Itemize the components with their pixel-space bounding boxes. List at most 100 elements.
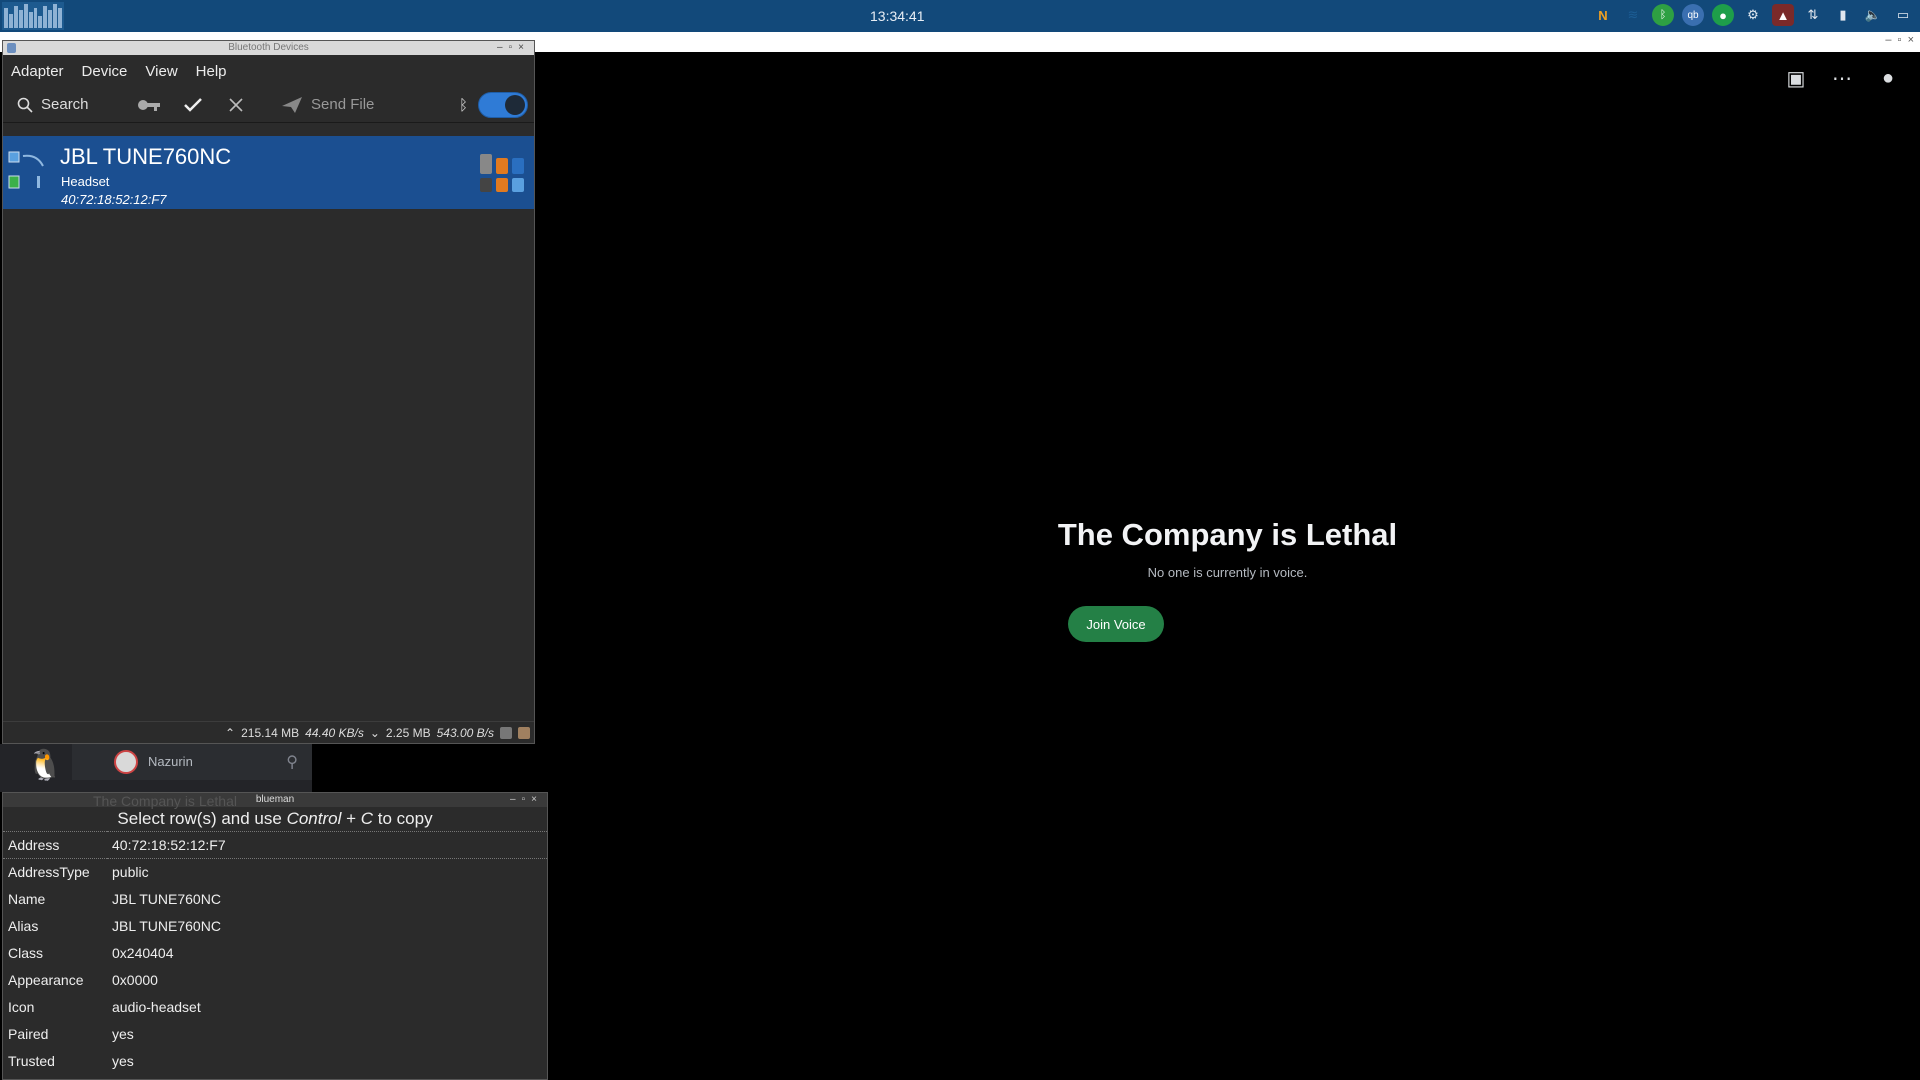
headset-icon <box>8 151 44 189</box>
info-titlebar[interactable]: The Company is Lethal blueman –▫× <box>3 793 547 809</box>
download-arrow-icon: ⌄ <box>369 725 380 740</box>
bt-window-controls[interactable]: –▫× <box>497 41 530 55</box>
bt-statusbar: ⌃ 215.14 MB 44.40 KB/s ⌄ 2.25 MB 543.00 … <box>3 721 534 743</box>
key-icon <box>138 99 160 111</box>
user-strip: 🐧 Nazurin ⚲ <box>0 744 312 792</box>
menu-help[interactable]: Help <box>196 63 227 80</box>
table-row[interactable]: AddressType public <box>3 859 547 886</box>
search-icon <box>17 97 33 113</box>
property-value: JBL TUNE760NC <box>112 918 221 934</box>
table-row[interactable]: Icon audio-headset <box>3 994 547 1021</box>
screen-icon[interactable]: ▣ <box>1784 66 1808 90</box>
hint-suffix: to copy <box>373 809 433 828</box>
download-rate: 543.00 B/s <box>436 725 494 740</box>
table-row[interactable]: Trusted yes <box>3 1048 547 1075</box>
shield-icon <box>500 726 512 739</box>
bluetooth-devices-window: Bluetooth Devices –▫× Adapter Device Vie… <box>2 40 535 744</box>
property-key: Trusted <box>8 1053 55 1069</box>
property-key: Paired <box>8 1026 49 1042</box>
transfer-icon <box>518 726 530 739</box>
join-voice-button[interactable]: Join Voice <box>1068 606 1164 642</box>
menu-adapter[interactable]: Adapter <box>11 63 64 80</box>
chat-icon[interactable]: ● <box>1876 66 1900 90</box>
table-row[interactable]: Alias JBL TUNE760NC <box>3 913 547 940</box>
upload-rate: 44.40 KB/s <box>305 725 364 740</box>
device-info-window: The Company is Lethal blueman –▫× Select… <box>2 792 548 1080</box>
game-icon[interactable]: ▲ <box>1772 4 1794 26</box>
window-icon[interactable]: ▭ <box>1892 4 1914 26</box>
device-type: Headset <box>61 174 110 189</box>
hint-key-control: Control <box>286 809 342 828</box>
table-row[interactable]: Paired yes <box>3 1021 547 1048</box>
table-row[interactable]: Address 40:72:18:52:12:F7 <box>3 831 547 859</box>
property-value: 40:72:18:52:12:F7 <box>107 831 547 859</box>
trust-button[interactable] <box>183 97 203 113</box>
pair-button[interactable] <box>137 98 161 112</box>
download-total: 2.25 MB <box>385 725 431 740</box>
network-icon[interactable]: ⇅ <box>1802 4 1824 26</box>
copy-hint: Select row(s) and use Control + C to cop… <box>3 807 547 831</box>
hint-key-c: C <box>360 809 374 828</box>
wifi-icon[interactable]: ≋ <box>1622 4 1644 26</box>
device-properties-table: Address 40:72:18:52:12:F7 AddressType publi… <box>3 831 547 1075</box>
property-key: Icon <box>8 999 35 1015</box>
device-name: JBL TUNE760NC <box>60 144 232 169</box>
workspace-switcher[interactable] <box>2 2 64 30</box>
send-icon <box>282 96 302 113</box>
device-status-icons <box>480 154 524 192</box>
hint-prefix: Select row(s) and use <box>117 809 287 828</box>
qbittorrent-icon[interactable]: qb <box>1682 4 1704 26</box>
nextcloud-icon[interactable]: N <box>1592 4 1614 26</box>
channel-toolbar: ▣ ⋯ ● <box>1784 66 1900 90</box>
search-label: Search <box>41 96 89 113</box>
info-window-title: blueman <box>255 794 295 805</box>
system-tray: N ≋ ᛒ qb ● ⚙ ▲ ⇅ ▮ 🔈 ▭ <box>1592 4 1914 26</box>
ghost-channel-text: The Company is Lethal <box>93 793 237 809</box>
bluetooth-power-toggle[interactable] <box>478 92 528 118</box>
table-row[interactable]: Appearance 0x0000 <box>3 967 547 994</box>
voice-user-panel[interactable]: Nazurin ⚲ <box>72 744 312 780</box>
avatar[interactable] <box>114 750 138 774</box>
table-row[interactable]: Name JBL TUNE760NC <box>3 886 547 913</box>
bt-toolbar: Search Send File ᛒ <box>3 87 534 123</box>
bluetooth-icon[interactable]: ᛒ <box>1652 4 1674 26</box>
steam-icon[interactable]: ⚙ <box>1742 4 1764 26</box>
menu-view[interactable]: View <box>145 63 177 80</box>
property-key: Name <box>8 891 46 907</box>
upload-total: 215.14 MB <box>241 725 300 740</box>
device-list-item[interactable]: JBL TUNE760NC Headset 40:72:18:52:12:F7 <box>3 136 534 209</box>
property-key: Alias <box>8 918 39 934</box>
bt-titlebar[interactable]: Bluetooth Devices –▫× <box>3 41 534 55</box>
property-value: yes <box>112 1053 134 1069</box>
search-button[interactable]: Search <box>17 96 89 113</box>
info-window-controls[interactable]: –▫× <box>510 793 543 807</box>
table-row[interactable]: Class 0x240404 <box>3 940 547 967</box>
property-value: public <box>112 864 149 881</box>
menu-device[interactable]: Device <box>82 63 128 80</box>
volume-icon[interactable]: 🔈 <box>1862 4 1884 26</box>
top-panel: 13:34:41 N ≋ ᛒ qb ● ⚙ ▲ ⇅ ▮ 🔈 ▭ <box>0 0 1920 32</box>
bluetooth-small-icon: ᛒ <box>459 97 469 114</box>
remove-button[interactable] <box>229 97 243 112</box>
property-key: AddressType <box>8 864 90 881</box>
window-controls[interactable]: – ▫ × <box>1885 34 1914 46</box>
property-value: audio-headset <box>112 999 201 1015</box>
property-key: Address <box>3 831 107 859</box>
property-value: yes <box>112 1026 134 1042</box>
mute-icon[interactable]: ⚲ <box>286 752 298 772</box>
property-value: 0x0000 <box>112 972 158 988</box>
voice-channel-view: ▣ ⋯ ● The Company is Lethal No one is cu… <box>535 52 1920 1080</box>
bt-menubar: Adapter Device View Help <box>3 55 534 87</box>
user-name[interactable]: Nazurin <box>148 754 193 769</box>
channel-title: The Company is Lethal <box>1057 517 1398 552</box>
hint-plus: + <box>341 809 361 828</box>
send-file-button[interactable]: Send File <box>281 96 374 114</box>
more-icon[interactable]: ⋯ <box>1830 66 1854 90</box>
property-key: Appearance <box>8 972 84 988</box>
panel-clock[interactable]: 13:34:41 <box>870 8 925 24</box>
bluetooth-app-icon <box>7 43 16 53</box>
property-key: Class <box>8 945 44 961</box>
voice-status: No one is currently in voice. <box>1147 565 1308 580</box>
circle-icon[interactable]: ● <box>1712 4 1734 26</box>
usb-icon[interactable]: ▮ <box>1832 4 1854 26</box>
